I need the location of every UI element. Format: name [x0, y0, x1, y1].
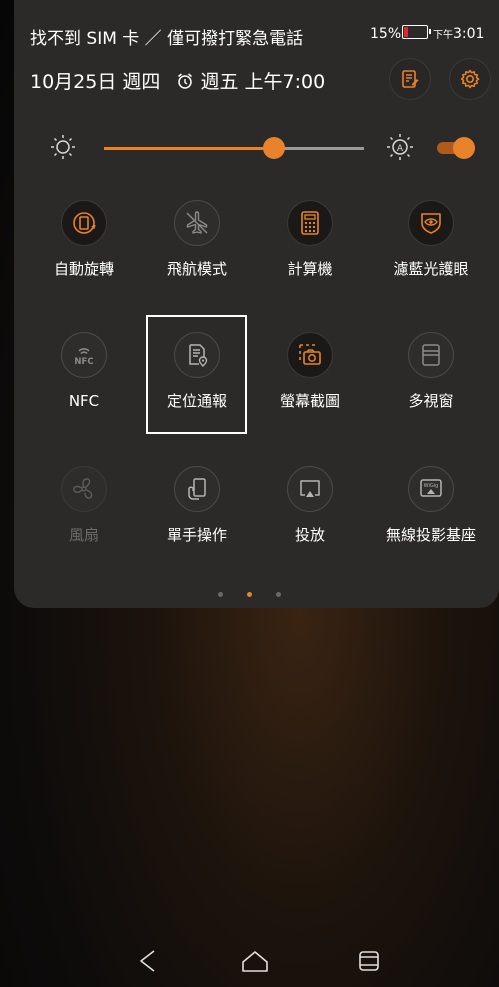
- tile-blue-light-button[interactable]: [408, 200, 454, 246]
- auto-brightness-icon: A: [387, 134, 413, 160]
- airplane-icon: [186, 211, 208, 234]
- tile-nfc-button[interactable]: NFC: [61, 332, 107, 378]
- tile-label: 多視窗: [408, 392, 454, 410]
- multi-window-icon: [422, 344, 440, 366]
- tile-cast-button[interactable]: [287, 466, 333, 512]
- calculator-icon: [301, 211, 319, 235]
- tile-label: 投放: [294, 526, 325, 544]
- tile-nfc[interactable]: NFC NFC: [34, 332, 134, 410]
- battery-percent: 15%: [370, 26, 402, 42]
- tile-screenshot[interactable]: 螢幕截圖: [260, 332, 360, 410]
- date-text: 10月25日 週四: [30, 71, 161, 93]
- tile-auto-rotate[interactable]: 自動旋轉: [34, 200, 134, 278]
- page-dot[interactable]: [218, 592, 223, 597]
- tile-label: 濾藍光護眼: [393, 260, 469, 278]
- tile-label: 單手操作: [166, 526, 227, 544]
- tile-label: 自動旋轉: [53, 260, 114, 278]
- tile-calculator[interactable]: 計算機: [260, 200, 360, 278]
- tile-multi-window-button[interactable]: [408, 332, 454, 378]
- home-icon: [242, 951, 268, 972]
- cast-icon: [300, 480, 320, 497]
- fan-icon: [73, 478, 93, 499]
- alarm-info[interactable]: 週五 上午7:00: [176, 71, 325, 93]
- tile-multi-window[interactable]: 多視窗: [381, 332, 481, 410]
- nfc-icon: NFC: [74, 348, 94, 367]
- tile-label: NFC: [68, 392, 100, 410]
- recent-apps-icon: [359, 951, 379, 971]
- brightness-row: A: [0, 130, 499, 166]
- eye-shield-icon: [421, 213, 441, 234]
- battery-icon: [402, 25, 431, 39]
- clock-time: 3:01: [453, 26, 485, 42]
- tile-label: 風扇: [68, 526, 99, 544]
- edit-tiles-button[interactable]: [389, 58, 431, 100]
- brightness-track-filled: [104, 147, 274, 150]
- tile-airplane-button[interactable]: [174, 200, 220, 246]
- tile-label: 螢幕截圖: [279, 392, 340, 410]
- date-alarm-line: 10月25日 週四 週五 上午7:00: [30, 67, 325, 94]
- page-dot-active[interactable]: [247, 592, 252, 597]
- tile-blue-light-filter[interactable]: 濾藍光護眼: [381, 200, 481, 278]
- page-indicator: [0, 582, 499, 601]
- carrier-status: 找不到 SIM 卡 ／ 僅可撥打緊急電話: [30, 29, 304, 49]
- edit-list-icon: [402, 70, 419, 88]
- tile-label: 無線投影基座: [385, 526, 476, 544]
- wigig-dock-icon: WiGig: [420, 479, 442, 497]
- tile-one-hand[interactable]: 單手操作: [147, 466, 247, 544]
- tile-calculator-button[interactable]: [287, 200, 333, 246]
- svg-text:NFC: NFC: [74, 357, 93, 367]
- tile-airplane-mode[interactable]: 飛航模式: [147, 200, 247, 278]
- page-dot[interactable]: [276, 592, 281, 597]
- tile-fan: 風扇: [34, 466, 134, 544]
- clock-ampm: 下午: [433, 30, 453, 41]
- navigation-bar: [0, 935, 499, 987]
- auto-brightness-toggle[interactable]: [437, 137, 475, 159]
- tile-one-hand-button[interactable]: [174, 466, 220, 512]
- svg-text:WiGig: WiGig: [424, 483, 439, 489]
- back-icon: [140, 950, 155, 972]
- tile-screenshot-button[interactable]: [287, 332, 333, 378]
- svg-text:A: A: [397, 144, 404, 154]
- tile-auto-rotate-button[interactable]: [61, 200, 107, 246]
- home-button[interactable]: [235, 941, 275, 981]
- tile-label: 飛航模式: [166, 260, 227, 278]
- tile-selection-highlight: [146, 315, 247, 434]
- status-clock: 下午3:01: [433, 26, 484, 42]
- one-hand-icon: [188, 478, 206, 500]
- screenshot-icon: [299, 344, 321, 365]
- alarm-clock-icon: [178, 73, 193, 89]
- recent-apps-button[interactable]: [349, 941, 389, 981]
- alarm-text: 週五 上午7:00: [200, 71, 326, 93]
- tile-cast[interactable]: 投放: [260, 466, 360, 544]
- tile-label: 計算機: [287, 260, 333, 278]
- gear-icon: [460, 69, 480, 89]
- brightness-low-icon: [51, 135, 75, 159]
- back-button[interactable]: [128, 941, 168, 981]
- tile-wigig-dock-button[interactable]: WiGig: [408, 466, 454, 512]
- settings-button[interactable]: [449, 58, 491, 100]
- tile-fan-button: [61, 466, 107, 512]
- brightness-slider-thumb[interactable]: [263, 137, 285, 159]
- tile-wigig-dock[interactable]: WiGig 無線投影基座: [381, 466, 481, 544]
- auto-rotate-icon: [73, 212, 96, 234]
- status-bar: 找不到 SIM 卡 ／ 僅可撥打緊急電話 15% 下午3:01: [0, 0, 499, 64]
- brightness-track-empty: [274, 147, 364, 150]
